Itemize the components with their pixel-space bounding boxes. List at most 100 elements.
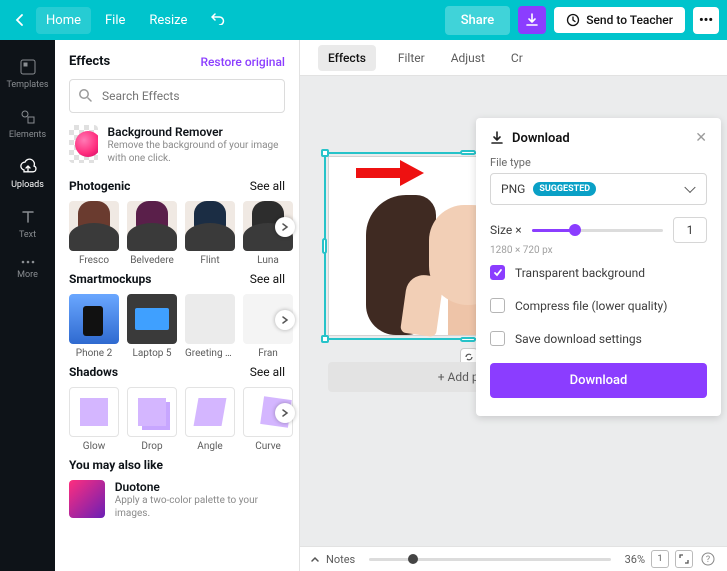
size-slider[interactable] (532, 229, 663, 232)
seeall-smartmockups[interactable]: See all (250, 272, 285, 286)
checkbox[interactable] (490, 331, 505, 346)
restore-original-link[interactable]: Restore original (200, 55, 285, 69)
image-tabs: Effects Filter Adjust Cr (300, 40, 727, 76)
file-type-select[interactable]: PNG SUGGESTED (490, 173, 707, 205)
rail-templates[interactable]: Templates (0, 50, 55, 100)
canvas-area: Effects Filter Adjust Cr + Add page (300, 40, 727, 546)
seeall-photogenic[interactable]: See all (250, 179, 285, 193)
thumb-caption: Fresco (69, 255, 119, 266)
top-bar-right: Share Send to Teacher ••• (445, 6, 719, 35)
close-button[interactable]: ✕ (695, 130, 707, 146)
notes-toggle[interactable]: Notes (310, 553, 355, 566)
save-settings-option[interactable]: Save download settings (490, 322, 707, 355)
compress-option[interactable]: Compress file (lower quality) (490, 289, 707, 322)
file-type-value: PNG (501, 182, 525, 196)
rail-text[interactable]: Text (0, 200, 55, 250)
duotone-item[interactable]: Duotone Apply a two-color palette to you… (69, 480, 285, 520)
tab-adjust[interactable]: Adjust (447, 42, 489, 74)
undo-icon (211, 11, 225, 25)
tab-crop[interactable]: Cr (507, 42, 527, 74)
seeall-shadows[interactable]: See all (250, 365, 285, 379)
effect-thumb[interactable]: Fresco (69, 201, 119, 266)
resize-handle[interactable] (321, 335, 329, 343)
resize-handle[interactable] (322, 238, 327, 254)
thumb-caption: Phone 2 (69, 348, 119, 359)
effect-thumb[interactable]: Angle (185, 387, 235, 452)
tab-effects[interactable]: Effects (318, 45, 376, 71)
file-menu[interactable]: File (95, 7, 135, 34)
row-next-button[interactable] (275, 217, 295, 237)
download-button[interactable]: Download (490, 363, 707, 398)
background-remover-item[interactable]: Background Remover Remove the background… (69, 125, 285, 165)
file-type-label: File type (490, 156, 707, 169)
effect-thumb[interactable]: Greeting car... (185, 294, 235, 359)
download-icon (525, 13, 539, 27)
download-top-button[interactable] (518, 6, 546, 34)
download-title: Download (512, 131, 570, 146)
rail-label: More (0, 270, 55, 280)
rail-more[interactable]: More (0, 250, 55, 290)
rail-elements[interactable]: Elements (0, 100, 55, 150)
send-to-teacher-label: Send to Teacher (586, 13, 673, 27)
section-title-youmay: You may also like (69, 458, 163, 472)
resize-menu[interactable]: Resize (139, 7, 197, 34)
check-icon (493, 268, 503, 278)
effect-thumb[interactable]: Drop (127, 387, 177, 452)
tab-filter[interactable]: Filter (394, 42, 429, 74)
left-rail: Templates Elements Uploads Text More (0, 40, 55, 571)
canvas-inner[interactable]: + Add page Download ✕ File type PNG SUGG… (300, 76, 727, 546)
bg-remover-sub: Remove the background of your image with… (108, 139, 286, 165)
effect-thumb[interactable]: Glow (69, 387, 119, 452)
size-label: Size × (490, 223, 522, 237)
chevron-right-icon (281, 223, 289, 231)
suggested-badge: SUGGESTED (533, 182, 596, 196)
top-bar-left: Home File Resize (8, 5, 235, 35)
text-icon (19, 208, 37, 226)
size-input[interactable]: 1 (673, 217, 707, 243)
thumb-caption: Belvedere (127, 255, 177, 266)
duotone-sub: Apply a two-color palette to your images… (115, 494, 285, 520)
help-icon: ? (701, 552, 715, 566)
page-count-button[interactable]: 1 (651, 550, 669, 568)
rail-label: Templates (0, 80, 55, 90)
svg-text:?: ? (706, 555, 710, 565)
more-icon (19, 258, 37, 266)
zoom-slider[interactable] (369, 558, 610, 561)
send-to-teacher-button[interactable]: Send to Teacher (554, 7, 685, 33)
effect-thumb[interactable]: Laptop 5 (127, 294, 177, 359)
more-button[interactable]: ••• (693, 7, 719, 34)
slider-knob[interactable] (569, 224, 581, 236)
resize-handle[interactable] (321, 149, 329, 157)
row-next-button[interactable] (275, 310, 295, 330)
effect-thumb[interactable]: Flint (185, 201, 235, 266)
section-title-smartmockups: Smartmockups (69, 272, 151, 286)
thumb-caption: Luna (243, 255, 293, 266)
thumb-caption: Fran (243, 348, 293, 359)
fullscreen-button[interactable] (675, 550, 693, 568)
search-effects-input[interactable] (69, 79, 285, 113)
checkbox[interactable] (490, 298, 505, 313)
back-button[interactable] (8, 8, 32, 32)
resize-handle[interactable] (460, 337, 476, 342)
fullscreen-icon (679, 554, 689, 564)
effect-thumb[interactable]: Belvedere (127, 201, 177, 266)
share-button[interactable]: Share (445, 6, 511, 35)
compress-label: Compress file (lower quality) (515, 299, 667, 313)
help-button[interactable]: ? (699, 550, 717, 568)
effects-panel: Effects Restore original Background Remo… (55, 40, 300, 571)
home-button[interactable]: Home (36, 7, 91, 34)
thumb-caption: Angle (185, 441, 235, 452)
row-next-button[interactable] (275, 403, 295, 423)
undo-button[interactable] (201, 5, 235, 35)
search-icon (78, 88, 92, 102)
section-title-shadows: Shadows (69, 365, 118, 379)
checkbox-checked[interactable] (490, 265, 505, 280)
effect-thumb[interactable]: Phone 2 (69, 294, 119, 359)
duotone-text: Duotone Apply a two-color palette to you… (115, 480, 285, 520)
transparent-bg-label: Transparent background (515, 266, 645, 280)
section-title-photogenic: Photogenic (69, 179, 130, 193)
rail-uploads[interactable]: Uploads (0, 150, 55, 200)
transparent-bg-option[interactable]: Transparent background (490, 256, 707, 289)
resize-handle[interactable] (460, 150, 476, 155)
zoom-knob[interactable] (408, 554, 418, 564)
